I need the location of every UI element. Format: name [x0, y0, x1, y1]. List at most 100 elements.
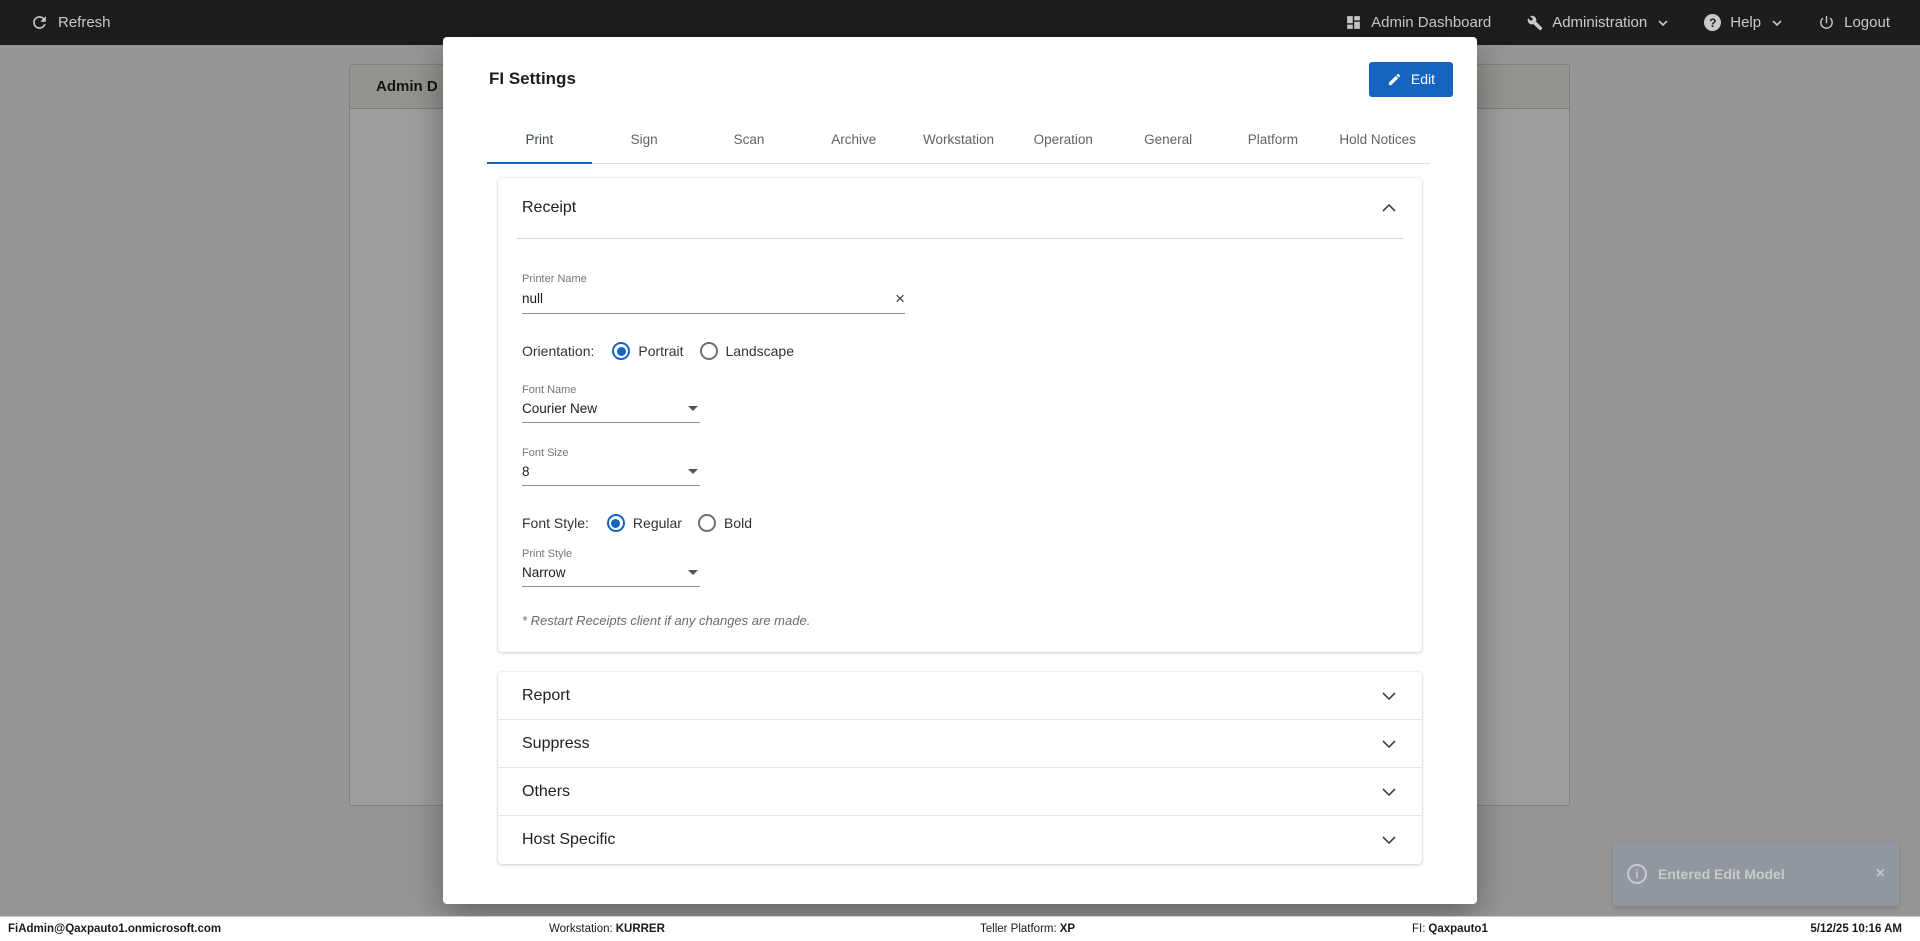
- wrench-icon: [1527, 15, 1543, 31]
- fi-label: FI:: [1412, 923, 1426, 935]
- settings-tabs: Print Sign Scan Archive Workstation Oper…: [487, 115, 1430, 164]
- orientation-landscape-radio[interactable]: Landscape: [699, 342, 795, 360]
- statusbar-workstation: Workstation: KURRER: [549, 917, 665, 941]
- font-name-value: Courier New: [522, 401, 598, 416]
- status-bar: FiAdmin@Qaxpauto1.onmicrosoft.com Workst…: [0, 916, 1920, 941]
- orientation-portrait-label: Portrait: [638, 343, 684, 359]
- dialog-header: FI Settings Edit: [443, 37, 1477, 115]
- chevron-down-icon[interactable]: [1382, 836, 1396, 844]
- report-section-title: Report: [522, 686, 571, 704]
- tab-operation[interactable]: Operation: [1011, 115, 1116, 163]
- tab-workstation[interactable]: Workstation: [906, 115, 1011, 163]
- edit-button-label: Edit: [1410, 71, 1435, 87]
- radio-unselected-icon: [699, 342, 718, 360]
- font-name-label: Font Name: [522, 384, 577, 396]
- suppress-section-title: Suppress: [522, 734, 590, 752]
- help-icon: ?: [1704, 14, 1722, 31]
- logout-button[interactable]: Logout: [1818, 14, 1890, 31]
- settings-panels: Receipt Printer Name null × Orientation:…: [443, 164, 1477, 864]
- clear-icon[interactable]: ×: [895, 290, 905, 307]
- statusbar-datetime: 5/12/25 10:16 AM: [1810, 923, 1902, 935]
- receipt-section-content: Printer Name null × Orientation: Portrai…: [498, 239, 1422, 652]
- tab-print[interactable]: Print: [487, 115, 592, 164]
- font-size-label: Font Size: [522, 447, 569, 459]
- font-size-select[interactable]: Font Size 8: [522, 447, 700, 486]
- orientation-landscape-label: Landscape: [725, 343, 795, 359]
- fi-value: Qaxpauto1: [1428, 923, 1488, 935]
- radio-unselected-icon: [697, 514, 716, 532]
- chevron-down-icon: [1658, 19, 1668, 26]
- toast-notification: i Entered Edit Model ×: [1613, 842, 1899, 906]
- font-size-value: 8: [522, 464, 530, 479]
- administration-label: Administration: [1552, 14, 1648, 31]
- help-menu-button[interactable]: ? Help: [1704, 14, 1782, 31]
- section-host-specific[interactable]: Host Specific: [498, 816, 1422, 864]
- printer-name-label: Printer Name: [522, 273, 587, 285]
- collapsed-sections: Report Suppress Others Host Specific: [498, 672, 1422, 864]
- font-style-bold-radio[interactable]: Bold: [697, 514, 752, 532]
- orientation-portrait-radio[interactable]: Portrait: [612, 342, 684, 360]
- dialog-title: FI Settings: [489, 69, 576, 88]
- statusbar-teller-platform: Teller Platform: XP: [980, 917, 1075, 941]
- chevron-down-icon[interactable]: [1382, 739, 1396, 748]
- tab-platform[interactable]: Platform: [1220, 115, 1325, 163]
- print-style-select[interactable]: Print Style Narrow: [522, 548, 700, 587]
- workstation-value: KURRER: [615, 923, 665, 935]
- print-style-value: Narrow: [522, 565, 566, 580]
- font-style-field: Font Style: Regular Bold: [522, 514, 1398, 532]
- toast-close-icon[interactable]: ×: [1876, 865, 1885, 883]
- font-name-select[interactable]: Font Name Courier New: [522, 384, 700, 423]
- statusbar-user: FiAdmin@Qaxpauto1.onmicrosoft.com: [8, 923, 222, 935]
- restart-note: * Restart Receipts client if any changes…: [522, 613, 811, 628]
- refresh-icon: [30, 13, 49, 32]
- chevron-up-icon[interactable]: [1382, 204, 1396, 212]
- tab-sign[interactable]: Sign: [592, 115, 697, 163]
- print-style-label: Print Style: [522, 548, 573, 560]
- receipt-section-header[interactable]: Receipt: [498, 178, 1422, 238]
- teller-platform-label: Teller Platform:: [980, 923, 1057, 935]
- edit-button[interactable]: Edit: [1368, 61, 1453, 97]
- statusbar-fi: FI: Qaxpauto1: [1412, 917, 1488, 941]
- tab-hold-notices[interactable]: Hold Notices: [1325, 115, 1430, 163]
- administration-menu-button[interactable]: Administration: [1527, 14, 1668, 31]
- font-style-bold-label: Bold: [723, 515, 752, 531]
- font-style-regular-label: Regular: [632, 515, 682, 531]
- radio-selected-icon: [612, 342, 631, 360]
- power-icon: [1818, 14, 1835, 31]
- tab-general[interactable]: General: [1116, 115, 1221, 163]
- printer-name-field[interactable]: Printer Name null ×: [522, 273, 905, 314]
- info-icon: i: [1627, 864, 1647, 884]
- admin-dashboard-label: Admin Dashboard: [1371, 14, 1492, 31]
- refresh-button[interactable]: Refresh: [30, 13, 111, 32]
- orientation-label: Orientation:: [522, 343, 595, 359]
- section-report[interactable]: Report: [498, 672, 1422, 720]
- toast-message: Entered Edit Model: [1658, 866, 1785, 882]
- chevron-down-icon: [1772, 19, 1782, 26]
- teller-platform-value: XP: [1059, 923, 1076, 935]
- chevron-down-icon[interactable]: [1382, 691, 1396, 700]
- screen: Refresh Admin Dashboard Administration ?…: [0, 0, 1920, 941]
- dropdown-arrow-icon: [688, 406, 698, 411]
- help-label: Help: [1730, 14, 1762, 31]
- refresh-label: Refresh: [58, 14, 111, 31]
- orientation-field: Orientation: Portrait Landscape: [522, 342, 1398, 360]
- section-others[interactable]: Others: [498, 768, 1422, 816]
- dashboard-grid-icon: [1345, 14, 1362, 31]
- tab-archive[interactable]: Archive: [801, 115, 906, 163]
- fi-settings-dialog: FI Settings Edit Print Sign Scan Archive…: [443, 37, 1477, 904]
- printer-name-value[interactable]: null: [522, 291, 543, 306]
- font-style-regular-radio[interactable]: Regular: [606, 514, 682, 532]
- tab-scan[interactable]: Scan: [697, 115, 802, 163]
- receipt-section-title: Receipt: [522, 199, 577, 216]
- radio-selected-icon: [606, 514, 625, 532]
- section-suppress[interactable]: Suppress: [498, 720, 1422, 768]
- chevron-down-icon[interactable]: [1382, 787, 1396, 796]
- others-section-title: Others: [522, 782, 571, 800]
- host-specific-section-title: Host Specific: [522, 831, 616, 848]
- dropdown-arrow-icon: [688, 469, 698, 474]
- workstation-label: Workstation:: [549, 923, 613, 935]
- admin-dashboard-button[interactable]: Admin Dashboard: [1345, 14, 1491, 31]
- logout-label: Logout: [1844, 14, 1890, 31]
- dropdown-arrow-icon: [688, 570, 698, 575]
- receipt-section: Receipt Printer Name null × Orientation:…: [498, 178, 1422, 652]
